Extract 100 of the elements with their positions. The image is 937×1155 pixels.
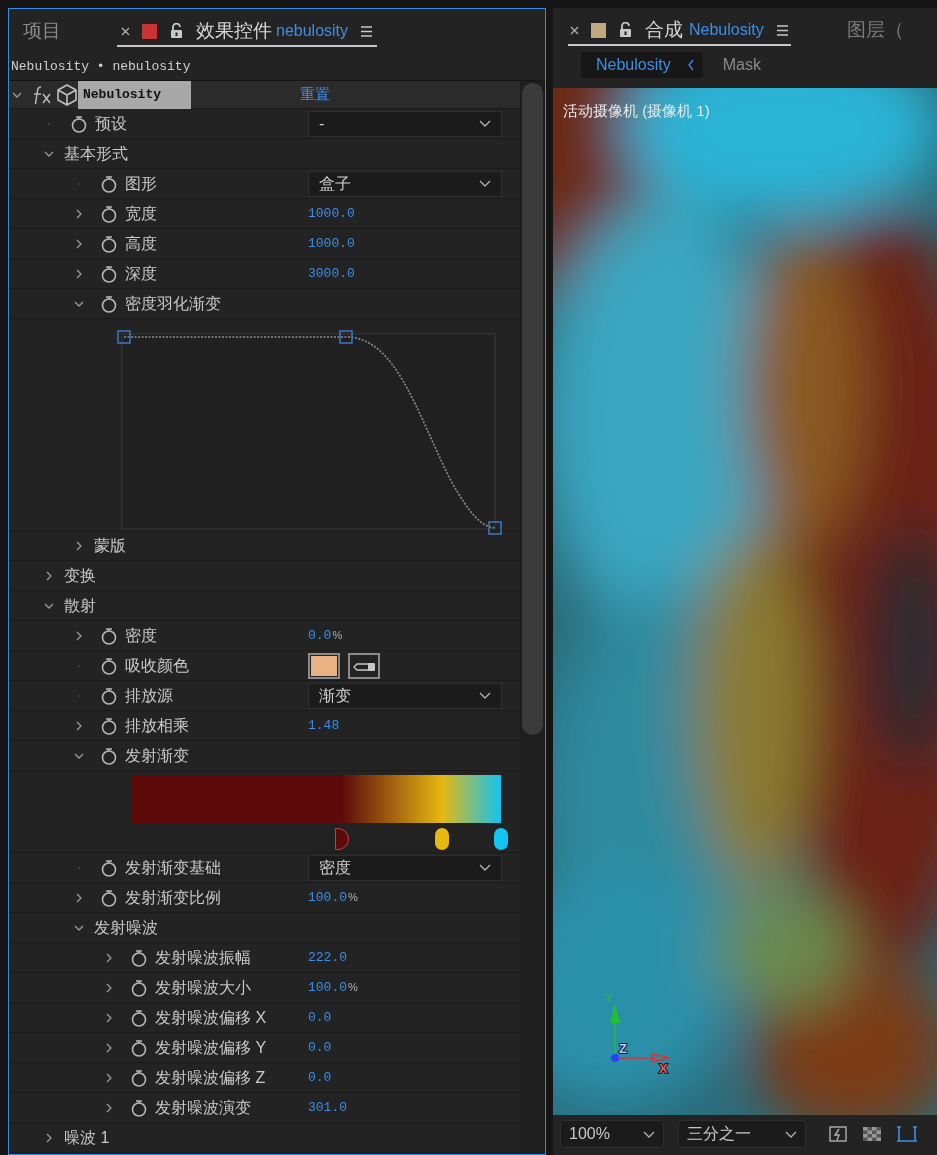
- color-stop[interactable]: [434, 828, 449, 850]
- chevron-right-icon[interactable]: [74, 892, 84, 903]
- property-label: 发射噪波偏移 Y: [155, 1037, 267, 1058]
- chevron-right-icon[interactable]: [44, 570, 54, 581]
- gradient-bar[interactable]: [131, 775, 501, 823]
- resolution-dropdown[interactable]: 三分之一: [678, 1120, 806, 1148]
- chevron-right-icon[interactable]: [44, 1132, 54, 1143]
- zoom-dropdown[interactable]: 100%: [560, 1120, 664, 1148]
- value-field[interactable]: 100.0: [308, 977, 347, 998]
- value-field[interactable]: 301.0: [308, 1097, 347, 1118]
- reset-link[interactable]: 重置: [300, 83, 330, 106]
- stopwatch-icon[interactable]: [100, 716, 118, 735]
- panel-tab[interactable]: 项目: [23, 17, 61, 47]
- property-label: 发射噪波偏移 X: [155, 1007, 267, 1028]
- stopwatch-icon[interactable]: [130, 948, 148, 967]
- menu-icon[interactable]: [775, 23, 789, 37]
- color-swatch[interactable]: [308, 652, 340, 679]
- stopwatch-icon[interactable]: [100, 746, 118, 765]
- stopwatch-icon[interactable]: [100, 174, 118, 193]
- property-label: 高度: [125, 233, 157, 254]
- value-field[interactable]: 1000.0: [308, 233, 355, 254]
- value-field[interactable]: 0.0: [308, 1037, 332, 1058]
- chevron-right-icon[interactable]: [104, 1102, 114, 1113]
- group-label: 噪波 1: [64, 1127, 110, 1148]
- property-label: 宽度: [125, 203, 157, 224]
- chevron-down-icon: [479, 179, 491, 188]
- stopwatch-icon[interactable]: [100, 656, 118, 675]
- value-field[interactable]: 0.0: [308, 625, 332, 646]
- chevron-right-icon[interactable]: [104, 1072, 114, 1083]
- chevron-right-icon[interactable]: [74, 540, 84, 551]
- stopwatch-icon[interactable]: [100, 858, 118, 877]
- value-field[interactable]: 0.0: [308, 1067, 332, 1088]
- property-label: 预设: [95, 113, 127, 134]
- stopwatch-icon[interactable]: [100, 686, 118, 705]
- stopwatch-icon[interactable]: [130, 1008, 148, 1027]
- breadcrumb: Nebulosity • nebulosity: [10, 57, 192, 76]
- frame-icon[interactable]: [896, 1124, 918, 1144]
- property-label: 密度羽化渐变: [125, 293, 221, 314]
- dropdown[interactable]: 渐变: [308, 682, 502, 709]
- chevron-right-icon[interactable]: [104, 952, 114, 963]
- panel-tab[interactable]: 合成 Nebulosity: [568, 16, 791, 46]
- stopwatch-icon[interactable]: [130, 1068, 148, 1087]
- group-label: 基本形式: [64, 143, 128, 164]
- stopwatch-icon[interactable]: [100, 204, 118, 223]
- lock-icon[interactable]: [169, 23, 184, 39]
- stopwatch-icon[interactable]: [100, 626, 118, 645]
- chevron-left-icon: [686, 59, 695, 71]
- chevron-right-icon[interactable]: [104, 982, 114, 993]
- close-icon[interactable]: [121, 26, 130, 36]
- value-field[interactable]: 222.0: [308, 947, 347, 968]
- lock-icon[interactable]: [618, 22, 633, 38]
- stopwatch-icon[interactable]: [130, 1038, 148, 1057]
- tab-label: 合成: [645, 17, 683, 42]
- chevron-right-icon[interactable]: [74, 208, 84, 219]
- chevron-right-icon[interactable]: [74, 720, 84, 731]
- chevron-right-icon[interactable]: [74, 630, 84, 641]
- chevron-right-icon[interactable]: [74, 238, 84, 249]
- effect-name[interactable]: Nebulosity: [78, 81, 191, 109]
- eyedropper-button[interactable]: [348, 652, 380, 679]
- chevron-down-icon: [643, 1129, 655, 1139]
- property-label: 发射噪波大小: [155, 977, 251, 998]
- chevron-right-icon[interactable]: [74, 268, 84, 279]
- property-label: 吸收颜色: [125, 655, 189, 676]
- value-field[interactable]: 3000.0: [308, 263, 355, 284]
- stopwatch-icon[interactable]: [100, 294, 118, 313]
- property-label: 深度: [125, 263, 157, 284]
- close-icon[interactable]: [570, 25, 579, 35]
- property-label: 密度: [125, 625, 157, 646]
- color-stop[interactable]: [334, 828, 349, 850]
- layer-tab[interactable]: Nebulosity: [581, 52, 703, 78]
- chevron-right-icon[interactable]: [104, 1042, 114, 1053]
- checkerboard-icon[interactable]: [862, 1124, 882, 1144]
- menu-icon[interactable]: [360, 24, 374, 38]
- unit-label: %: [348, 980, 358, 996]
- stopwatch-icon[interactable]: [100, 888, 118, 907]
- panel-tab[interactable]: 图层（: [846, 16, 904, 46]
- stopwatch-icon[interactable]: [70, 114, 88, 133]
- property-label: 排放源: [125, 685, 173, 706]
- stopwatch-icon[interactable]: [100, 234, 118, 253]
- scrollbar-thumb[interactable]: [522, 83, 543, 735]
- cube-icon: [56, 82, 78, 107]
- stopwatch-icon[interactable]: [100, 264, 118, 283]
- color-stop[interactable]: [494, 828, 508, 850]
- tab-subject: nebulosity: [276, 21, 349, 41]
- group-label: 变换: [64, 565, 96, 586]
- stopwatch-icon[interactable]: [130, 1098, 148, 1117]
- group-label: 蒙版: [94, 535, 126, 556]
- layer-tab[interactable]: Mask: [722, 52, 761, 78]
- dropdown[interactable]: 盒子: [308, 170, 502, 197]
- chevron-right-icon[interactable]: [104, 1012, 114, 1023]
- dropdown[interactable]: -: [308, 110, 502, 137]
- value-field[interactable]: 0.0: [308, 1007, 332, 1028]
- value-field[interactable]: 1000.0: [308, 203, 355, 224]
- lightning-frame-icon[interactable]: [828, 1124, 848, 1144]
- dropdown[interactable]: 密度: [308, 854, 502, 881]
- panel-tab[interactable]: 效果控件 nebulosity: [117, 17, 378, 47]
- property-label: 发射噪波振幅: [155, 947, 251, 968]
- value-field[interactable]: 1.48: [308, 715, 340, 736]
- stopwatch-icon[interactable]: [130, 978, 148, 997]
- value-field[interactable]: 100.0: [308, 887, 347, 908]
